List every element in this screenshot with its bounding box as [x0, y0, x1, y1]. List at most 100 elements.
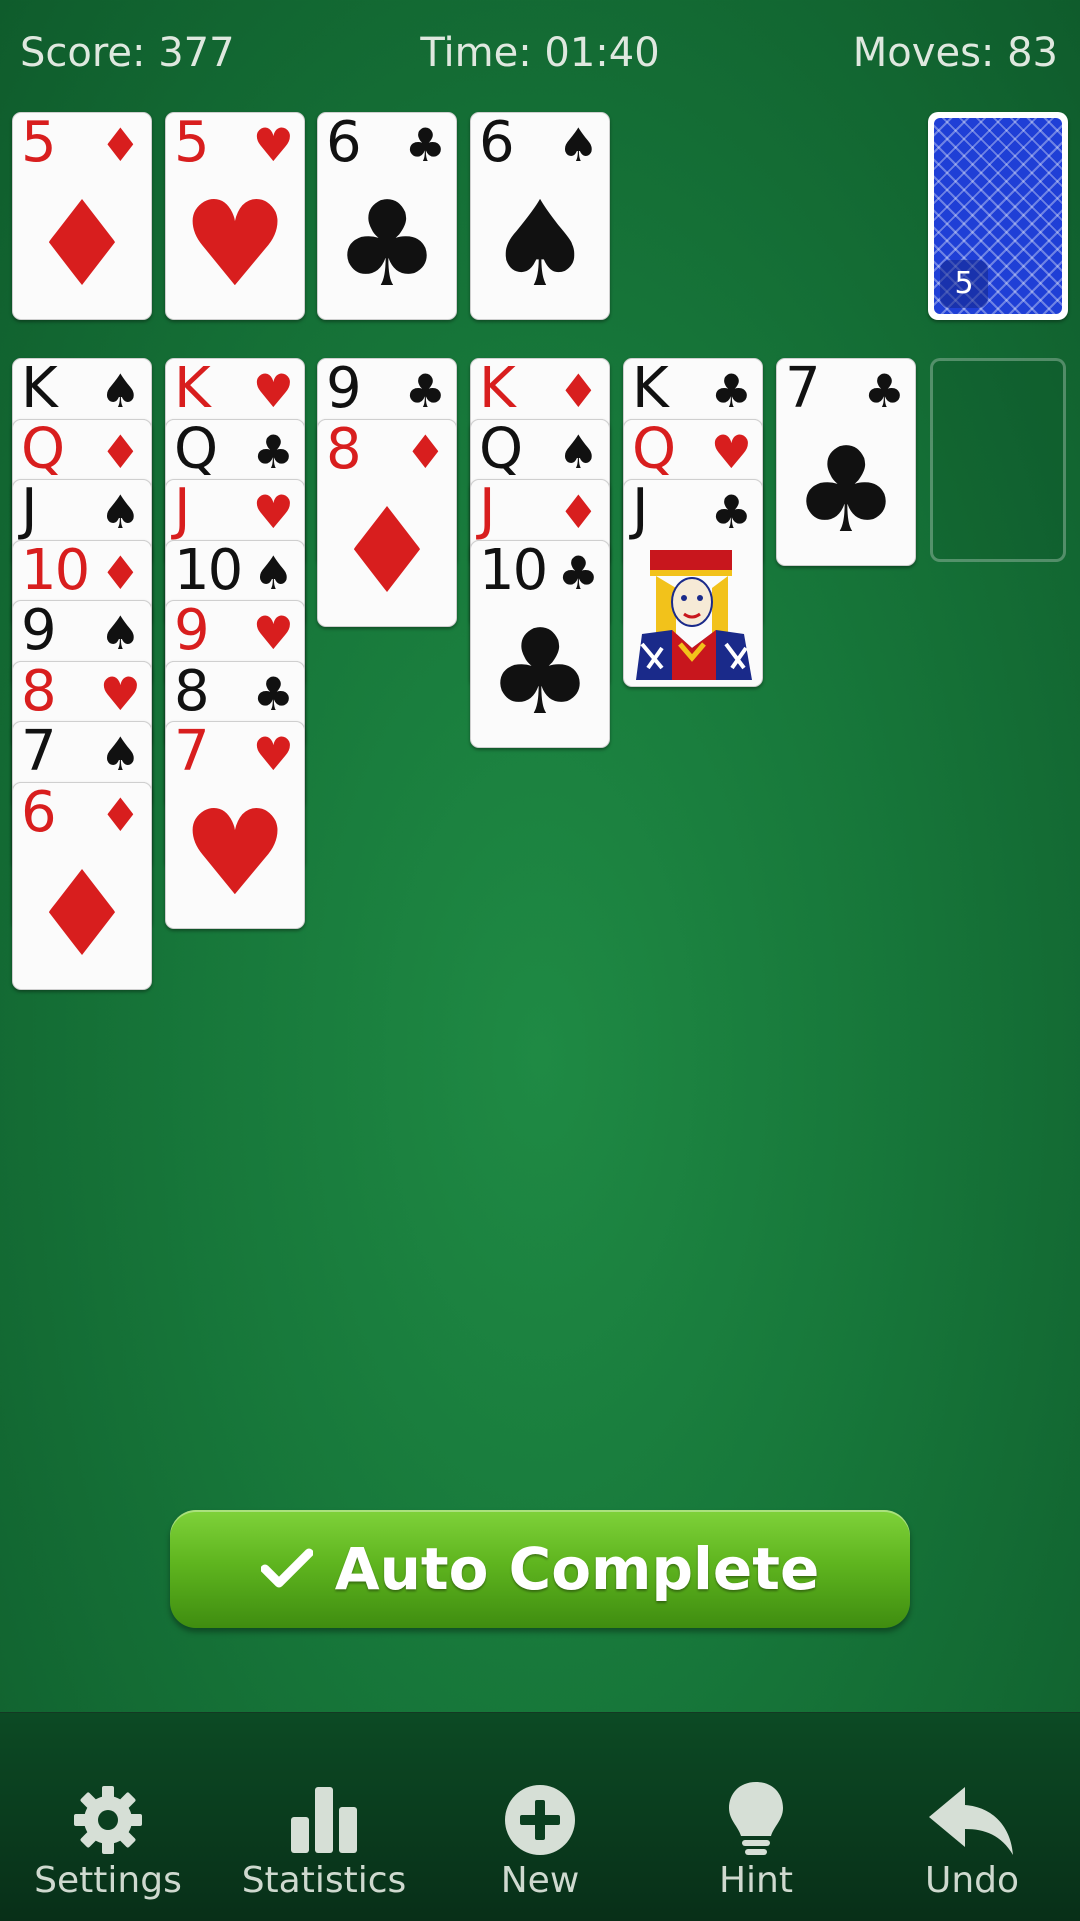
settings-button[interactable]: Settings	[0, 1780, 216, 1901]
checkmark-icon	[260, 1548, 313, 1588]
card-rank: 8	[174, 658, 210, 724]
playing-card[interactable]: 5 ♦ ♦	[12, 110, 152, 320]
card-suit-icon: ♣	[710, 485, 752, 539]
playing-card[interactable]: J ♣	[623, 477, 763, 687]
hint-button[interactable]: Hint	[648, 1780, 864, 1901]
card-rank: Q	[479, 416, 523, 482]
playing-card[interactable]: 7 ♥ ♥	[165, 719, 305, 929]
card-center-suit-icon: ♦	[334, 481, 440, 620]
card-rank: K	[21, 356, 58, 421]
card-suit-icon: ♠	[99, 364, 141, 418]
card-suit-icon: ♦	[557, 485, 599, 539]
bar-chart-icon	[291, 1787, 357, 1853]
card-suit-icon: ♠	[557, 424, 599, 479]
plus-circle-icon	[505, 1785, 575, 1855]
lightbulb-icon	[729, 1782, 783, 1855]
new-label: New	[500, 1860, 580, 1901]
card-suit-icon: ♥	[252, 118, 294, 172]
card-center-suit-icon: ♦	[29, 844, 135, 983]
card-center-suit-icon: ♣	[487, 602, 593, 741]
new-game-button[interactable]: New	[432, 1780, 648, 1901]
card-suit-icon: ♥	[252, 606, 294, 660]
playing-card[interactable]: 7 ♣ ♣	[776, 356, 916, 566]
moves-display: Moves: 83	[852, 30, 1058, 76]
card-suit-icon: ♣	[404, 364, 446, 418]
card-suit-icon: ♦	[557, 364, 599, 418]
card-rank: 7	[785, 356, 821, 421]
jack-face-art	[636, 550, 752, 680]
card-center-suit-icon: ♥	[182, 784, 288, 922]
card-rank: 10	[479, 537, 548, 603]
card-rank: Q	[632, 416, 676, 482]
card-rank: 6	[479, 110, 515, 175]
undo-button[interactable]: Undo	[864, 1780, 1080, 1901]
card-rank: K	[479, 356, 516, 421]
card-suit-icon: ♥	[252, 485, 294, 539]
statistics-label: Statistics	[241, 1860, 407, 1901]
undo-label: Undo	[924, 1860, 1020, 1901]
card-rank: 9	[174, 598, 210, 663]
card-suit-icon: ♣	[252, 666, 294, 721]
card-rank: 6	[21, 779, 57, 845]
card-rank: K	[632, 356, 669, 421]
card-suit-icon: ♠	[99, 727, 141, 781]
card-suit-icon: ♣	[710, 364, 752, 418]
card-suit-icon: ♦	[99, 118, 141, 172]
card-suit-icon: ♦	[99, 787, 141, 842]
card-center-suit-icon: ♣	[793, 421, 899, 559]
auto-complete-button[interactable]: Auto Complete	[170, 1510, 910, 1628]
card-rank: 8	[326, 416, 362, 482]
card-rank: J	[479, 477, 495, 542]
auto-complete-label: Auto Complete	[334, 1535, 820, 1603]
card-rank: 7	[174, 719, 210, 784]
card-rank: 5	[174, 110, 210, 175]
card-suit-icon: ♦	[99, 424, 141, 479]
card-rank: Q	[174, 416, 218, 482]
card-suit-icon: ♥	[252, 364, 294, 418]
playing-card[interactable]: 6 ♣ ♣	[317, 110, 457, 320]
card-rank: J	[174, 477, 190, 542]
card-suit-icon: ♣	[557, 545, 599, 600]
stock-pile[interactable]: 5	[928, 112, 1068, 320]
card-center-suit-icon: ♥	[182, 175, 288, 313]
card-rank: 9	[326, 356, 362, 421]
empty-tableau-slot[interactable]	[930, 358, 1066, 562]
card-suit-icon: ♥	[710, 424, 752, 479]
card-rank: Q	[21, 416, 65, 482]
card-suit-icon: ♦	[99, 545, 141, 600]
card-rank: 5	[21, 110, 57, 175]
card-rank: K	[174, 356, 211, 421]
playing-card[interactable]: 10 ♣ ♣	[470, 537, 610, 748]
card-rank: J	[632, 477, 648, 542]
card-center-suit-icon: ♣	[334, 175, 440, 313]
card-rank: J	[21, 477, 37, 542]
playing-card[interactable]: 6 ♠ ♠	[470, 110, 610, 320]
undo-arrow-icon	[929, 1787, 1013, 1855]
card-rank: 7	[21, 719, 57, 784]
playing-card[interactable]: 8 ♦ ♦	[317, 416, 457, 627]
card-suit-icon: ♠	[557, 118, 599, 172]
gear-icon	[74, 1786, 142, 1854]
playing-card[interactable]: 6 ♦ ♦	[12, 779, 152, 990]
card-suit-icon: ♠	[99, 485, 141, 539]
card-suit-icon: ♥	[252, 727, 294, 781]
settings-label: Settings	[34, 1860, 182, 1901]
card-rank: 10	[21, 537, 90, 603]
card-suit-icon: ♣	[863, 364, 905, 418]
card-suit-icon: ♣	[252, 424, 294, 479]
statistics-button[interactable]: Statistics	[216, 1780, 432, 1901]
card-center-suit-icon: ♠	[487, 175, 593, 313]
card-center-suit-icon: ♦	[29, 175, 135, 313]
card-suit-icon: ♣	[404, 118, 446, 172]
card-suit-icon: ♠	[99, 606, 141, 660]
card-suit-icon: ♥	[99, 666, 141, 721]
card-suit-icon: ♠	[252, 545, 294, 600]
card-back: 5	[934, 118, 1062, 314]
card-rank: 6	[326, 110, 362, 175]
card-rank: 8	[21, 658, 57, 724]
playing-card[interactable]: 5 ♥ ♥	[165, 110, 305, 320]
hint-label: Hint	[718, 1860, 793, 1901]
card-rank: 9	[21, 598, 57, 663]
stock-count-badge: 5	[940, 260, 988, 308]
card-suit-icon: ♦	[404, 424, 446, 479]
